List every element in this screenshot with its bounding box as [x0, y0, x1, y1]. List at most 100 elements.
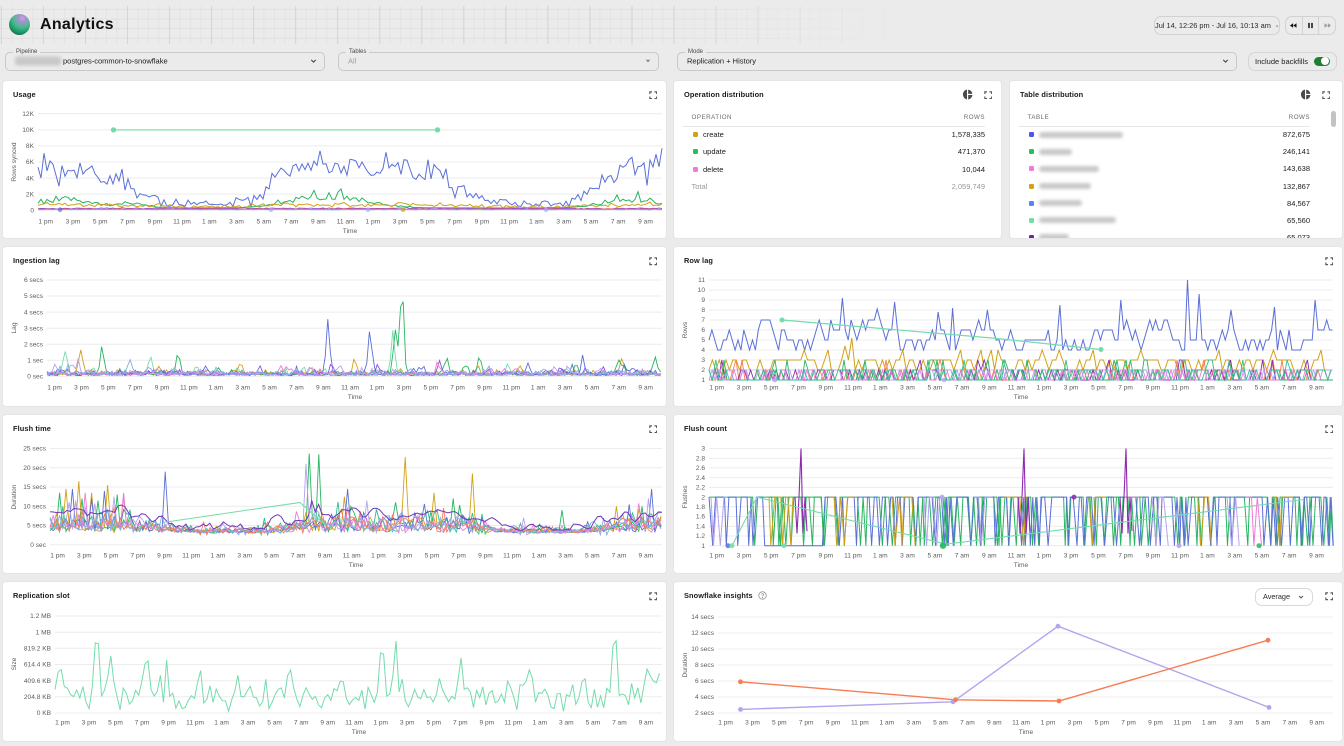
svg-text:9 pm: 9 pm — [818, 385, 833, 392]
svg-text:2.8: 2.8 — [696, 455, 705, 462]
svg-text:7 pm: 7 pm — [1118, 385, 1133, 392]
svg-text:11 pm: 11 pm — [844, 552, 862, 559]
svg-text:1 pm: 1 pm — [50, 552, 65, 559]
svg-text:8 secs: 8 secs — [695, 662, 715, 669]
svg-text:3 pm: 3 pm — [737, 552, 752, 559]
svg-text:7 am: 7 am — [955, 385, 970, 392]
svg-text:8: 8 — [701, 307, 705, 314]
svg-text:1 MB: 1 MB — [36, 629, 52, 636]
svg-text:4: 4 — [701, 347, 705, 354]
svg-text:5 pm: 5 pm — [764, 552, 779, 559]
svg-text:9: 9 — [701, 297, 705, 304]
svg-text:11 pm: 11 pm — [851, 720, 869, 727]
svg-text:1 pm: 1 pm — [373, 720, 388, 727]
svg-text:5 pm: 5 pm — [772, 720, 787, 727]
svg-text:9 am: 9 am — [316, 385, 331, 392]
svg-text:9 pm: 9 pm — [1148, 720, 1163, 727]
svg-text:0 sec: 0 sec — [30, 542, 46, 549]
svg-text:1.2 MB: 1.2 MB — [30, 613, 51, 620]
svg-text:5 pm: 5 pm — [425, 552, 440, 559]
svg-text:1 sec: 1 sec — [27, 358, 43, 365]
svg-text:Rows synced: Rows synced — [11, 142, 18, 182]
svg-text:7 pm: 7 pm — [799, 720, 814, 727]
svg-text:25 secs: 25 secs — [23, 445, 46, 452]
svg-text:12 secs: 12 secs — [691, 630, 714, 637]
svg-text:204.8 KB: 204.8 KB — [24, 694, 52, 701]
svg-text:7 pm: 7 pm — [135, 720, 150, 727]
svg-text:11 pm: 11 pm — [182, 552, 200, 559]
svg-text:3 pm: 3 pm — [66, 218, 81, 225]
svg-text:9 pm: 9 pm — [1146, 385, 1161, 392]
svg-text:5 pm: 5 pm — [764, 385, 779, 392]
svg-text:1 am: 1 am — [211, 552, 226, 559]
svg-text:5 am: 5 am — [1255, 385, 1270, 392]
svg-text:Time: Time — [349, 562, 364, 569]
svg-text:20 secs: 20 secs — [23, 465, 46, 472]
svg-text:Time: Time — [1019, 729, 1034, 736]
svg-text:11 pm: 11 pm — [503, 552, 521, 559]
svg-text:3 am: 3 am — [237, 552, 252, 559]
svg-text:1 pm: 1 pm — [709, 552, 724, 559]
svg-text:9 pm: 9 pm — [155, 385, 170, 392]
svg-text:15 secs: 15 secs — [23, 484, 46, 491]
svg-text:3 am: 3 am — [235, 385, 250, 392]
svg-text:3 am: 3 am — [1229, 720, 1244, 727]
svg-text:11 pm: 11 pm — [844, 385, 862, 392]
svg-text:1.6: 1.6 — [696, 513, 705, 520]
svg-text:11 pm: 11 pm — [504, 720, 522, 727]
svg-text:2.6: 2.6 — [696, 465, 705, 472]
svg-text:1: 1 — [701, 377, 705, 384]
svg-text:10: 10 — [698, 287, 706, 294]
svg-text:9 pm: 9 pm — [818, 552, 833, 559]
svg-text:9 pm: 9 pm — [478, 552, 493, 559]
svg-text:4 secs: 4 secs — [24, 309, 44, 316]
svg-text:9 am: 9 am — [1309, 720, 1324, 727]
svg-text:11 pm: 11 pm — [186, 720, 204, 727]
svg-text:9 pm: 9 pm — [157, 552, 172, 559]
svg-text:11 pm: 11 pm — [502, 385, 520, 392]
svg-text:9 am: 9 am — [987, 720, 1002, 727]
svg-text:9 am: 9 am — [320, 720, 335, 727]
svg-text:3 am: 3 am — [900, 552, 915, 559]
svg-text:7 pm: 7 pm — [130, 552, 145, 559]
svg-text:9 am: 9 am — [318, 552, 333, 559]
svg-text:7 am: 7 am — [612, 552, 627, 559]
svg-text:1: 1 — [701, 542, 705, 549]
svg-text:3 am: 3 am — [906, 720, 921, 727]
svg-text:10 secs: 10 secs — [691, 646, 714, 653]
svg-text:3 pm: 3 pm — [745, 720, 760, 727]
svg-text:9 am: 9 am — [639, 720, 654, 727]
svg-text:7 pm: 7 pm — [453, 720, 468, 727]
svg-text:3 pm: 3 pm — [400, 720, 415, 727]
svg-text:9 am: 9 am — [638, 218, 653, 225]
svg-text:1 pm: 1 pm — [1036, 552, 1051, 559]
svg-text:7 pm: 7 pm — [1118, 552, 1133, 559]
svg-text:5 am: 5 am — [585, 385, 600, 392]
svg-text:9 pm: 9 pm — [826, 720, 841, 727]
svg-text:1 am: 1 am — [202, 218, 217, 225]
svg-text:5 pm: 5 pm — [1091, 552, 1106, 559]
svg-text:9 pm: 9 pm — [161, 720, 176, 727]
svg-text:7 am: 7 am — [960, 720, 975, 727]
svg-text:3 pm: 3 pm — [1068, 720, 1083, 727]
svg-text:11 am: 11 am — [341, 385, 359, 392]
svg-text:3 pm: 3 pm — [393, 218, 408, 225]
svg-text:3 secs: 3 secs — [24, 325, 44, 332]
svg-text:3 am: 3 am — [559, 720, 574, 727]
svg-text:Time: Time — [1014, 562, 1029, 569]
svg-text:1 am: 1 am — [529, 218, 544, 225]
svg-text:10K: 10K — [22, 127, 34, 134]
svg-text:3: 3 — [701, 357, 705, 364]
svg-text:9 am: 9 am — [982, 385, 997, 392]
svg-text:1 am: 1 am — [531, 552, 546, 559]
svg-text:1 am: 1 am — [1200, 385, 1215, 392]
svg-text:1 am: 1 am — [208, 385, 223, 392]
svg-text:5 pm: 5 pm — [1091, 385, 1106, 392]
svg-text:Time: Time — [1014, 394, 1029, 401]
svg-text:1 pm: 1 pm — [38, 218, 53, 225]
svg-text:5 am: 5 am — [262, 385, 277, 392]
svg-text:Time: Time — [352, 729, 367, 736]
svg-text:1 am: 1 am — [532, 720, 547, 727]
svg-text:3 am: 3 am — [241, 720, 256, 727]
svg-text:5: 5 — [701, 337, 705, 344]
